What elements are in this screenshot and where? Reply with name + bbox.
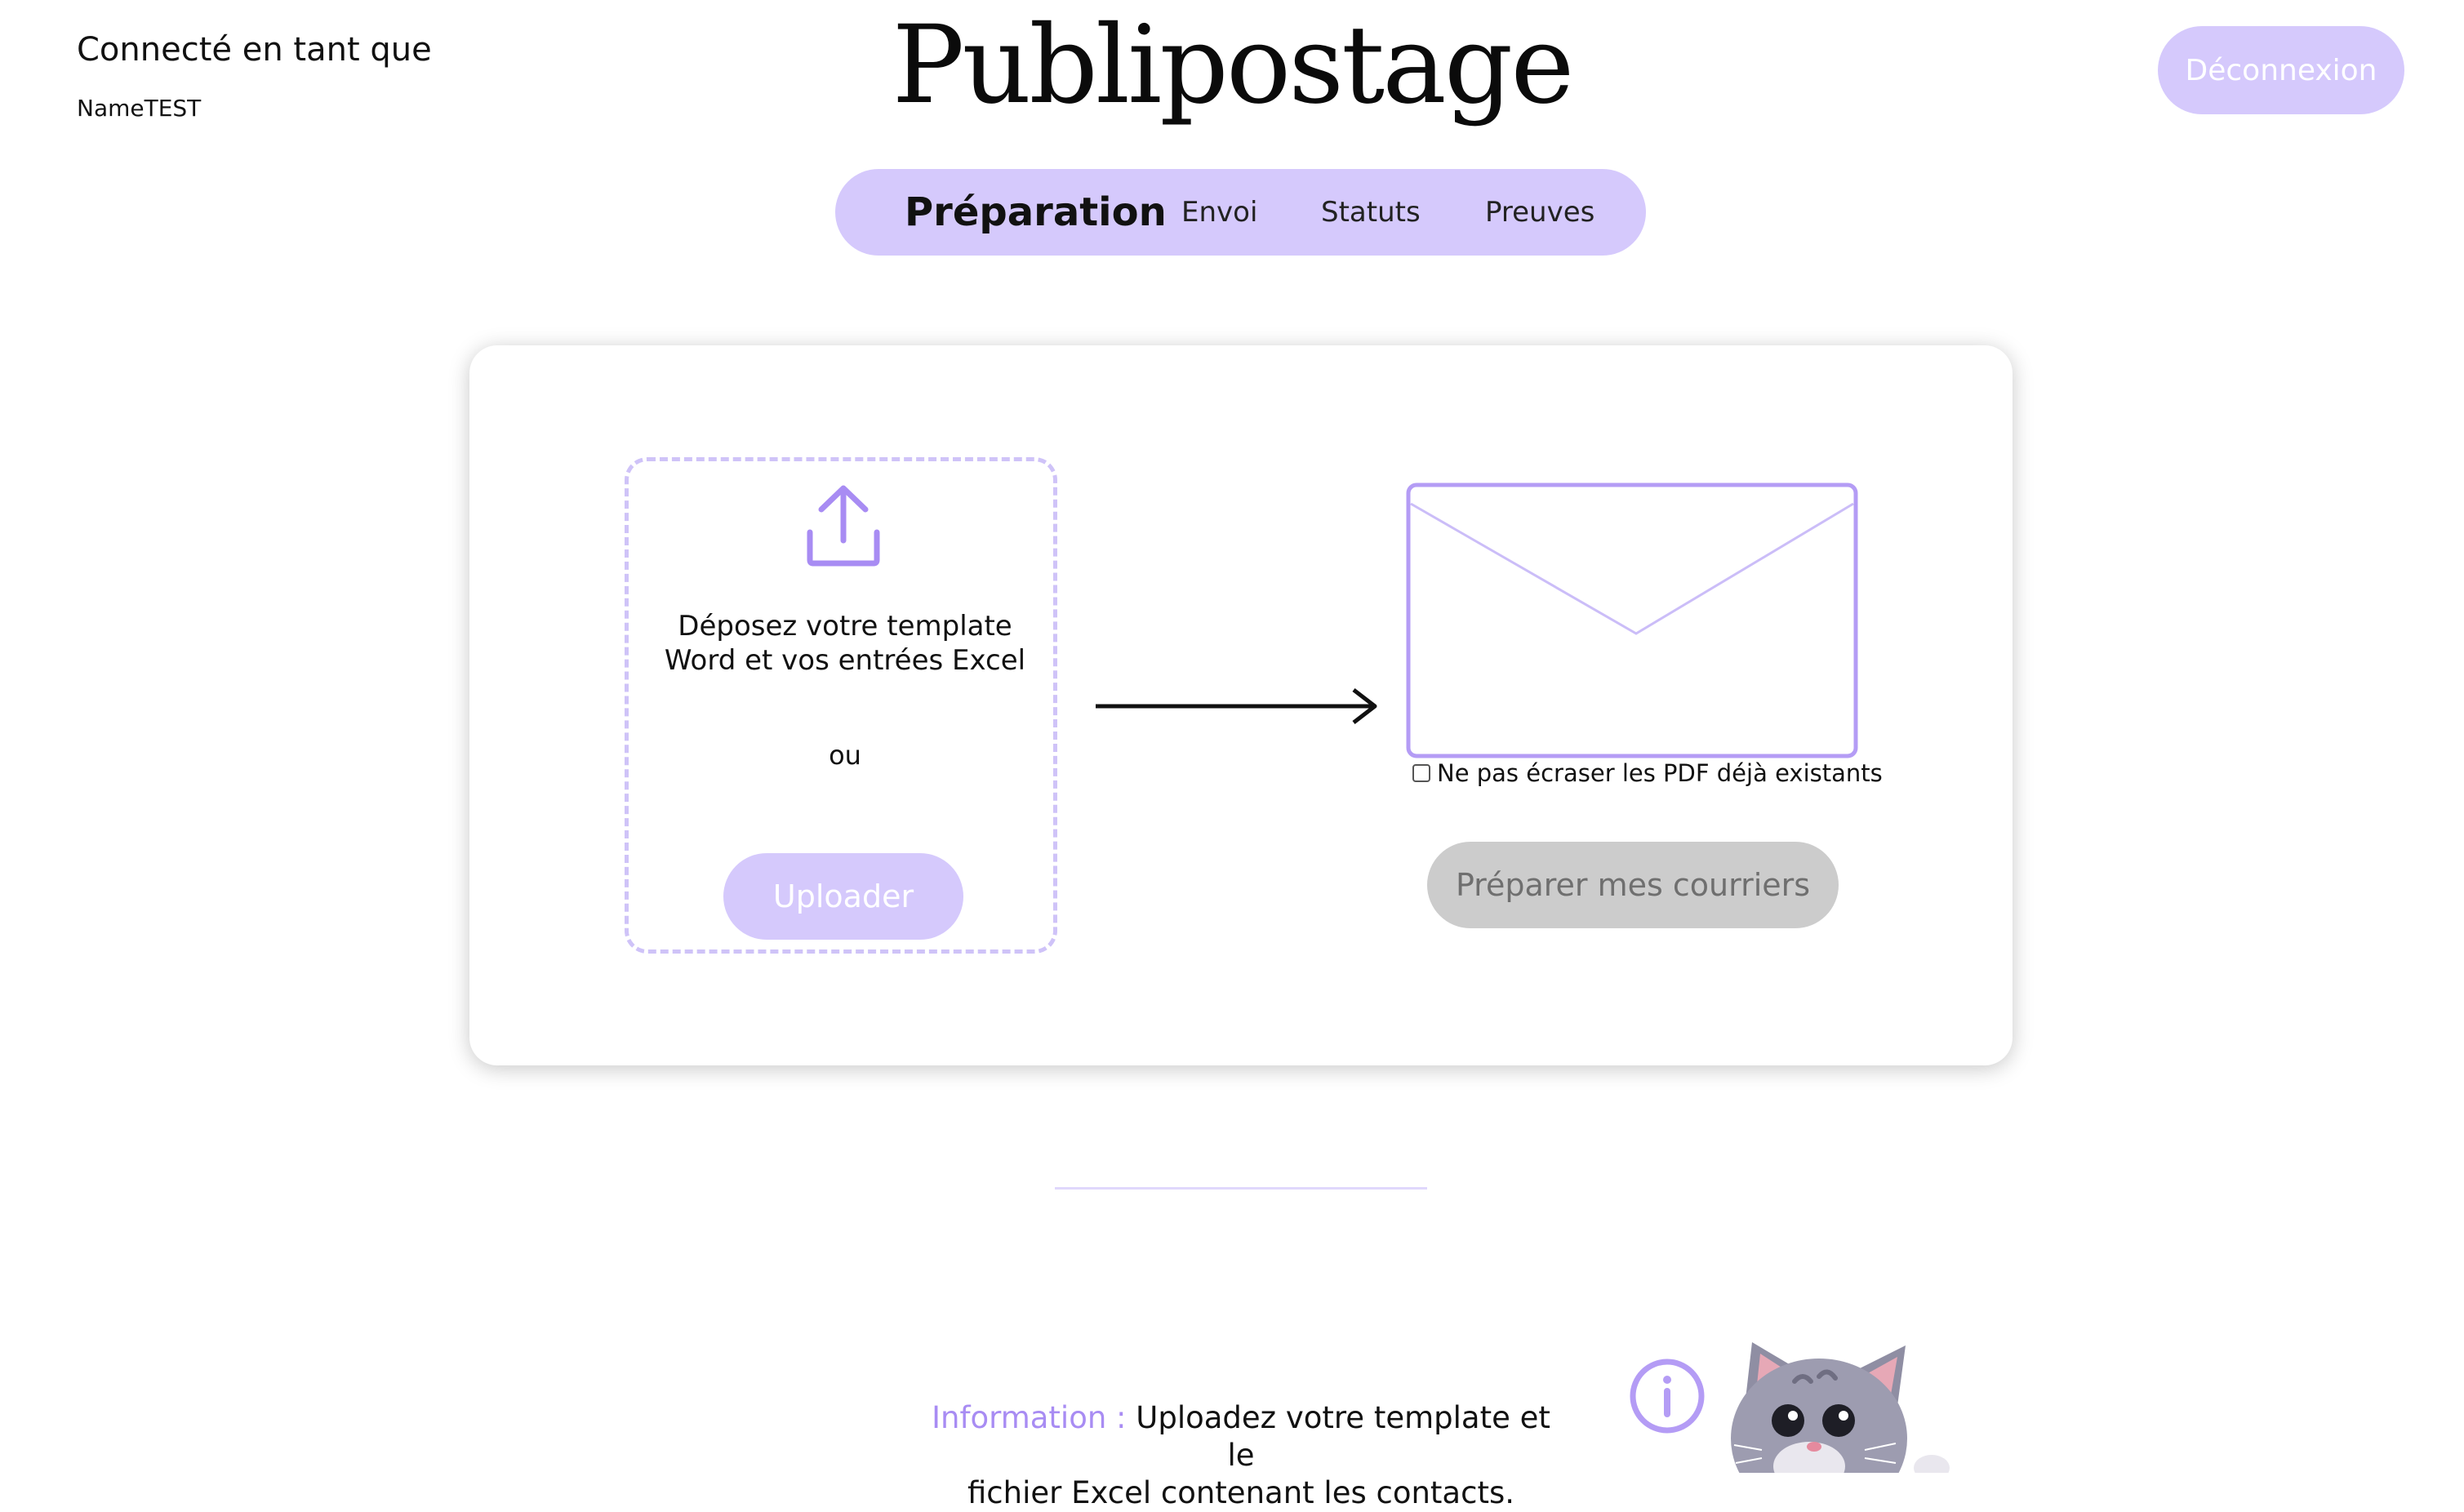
prepare-letters-button[interactable]: Préparer mes courriers <box>1427 842 1839 928</box>
upload-button[interactable]: Uploader <box>723 853 963 940</box>
tab-preparation[interactable]: Préparation <box>905 169 1167 256</box>
info-text-line1: Uploadez votre template et le <box>1126 1400 1550 1473</box>
info-text-line2: fichier Excel contenant les contacts. <box>967 1475 1514 1510</box>
arrow-right-icon <box>1096 688 1377 724</box>
tab-preuves[interactable]: Preuves <box>1485 169 1594 256</box>
info-message: Information : Uploadez votre template et… <box>923 1399 1559 1512</box>
tab-envoi[interactable]: Envoi <box>1181 169 1257 256</box>
info-label: Information : <box>932 1400 1127 1435</box>
no-overwrite-option[interactable]: Ne pas écraser les PDF déjà existants <box>1412 759 1883 787</box>
envelope-icon <box>1406 483 1858 758</box>
logout-button[interactable]: Déconnexion <box>2158 26 2404 114</box>
dropzone-text-line1: Déposez votre template <box>678 610 1012 643</box>
dropzone-text-line2: Word et vos entrées Excel <box>664 644 1026 677</box>
dropzone-instructions: Déposez votre template Word et vos entré… <box>637 609 1053 678</box>
app-title: Publipostage <box>892 2 1575 128</box>
info-icon <box>1630 1359 1705 1434</box>
upload-icon <box>807 485 880 567</box>
no-overwrite-label: Ne pas écraser les PDF déjà existants <box>1437 759 1883 787</box>
tab-statuts[interactable]: Statuts <box>1321 169 1421 256</box>
or-separator: ou <box>829 740 861 771</box>
cat-mascot <box>1731 1342 1950 1473</box>
no-overwrite-checkbox[interactable] <box>1412 764 1430 782</box>
tab-bar: Préparation Envoi Statuts Preuves <box>835 169 1646 256</box>
section-divider <box>1055 1187 1427 1190</box>
